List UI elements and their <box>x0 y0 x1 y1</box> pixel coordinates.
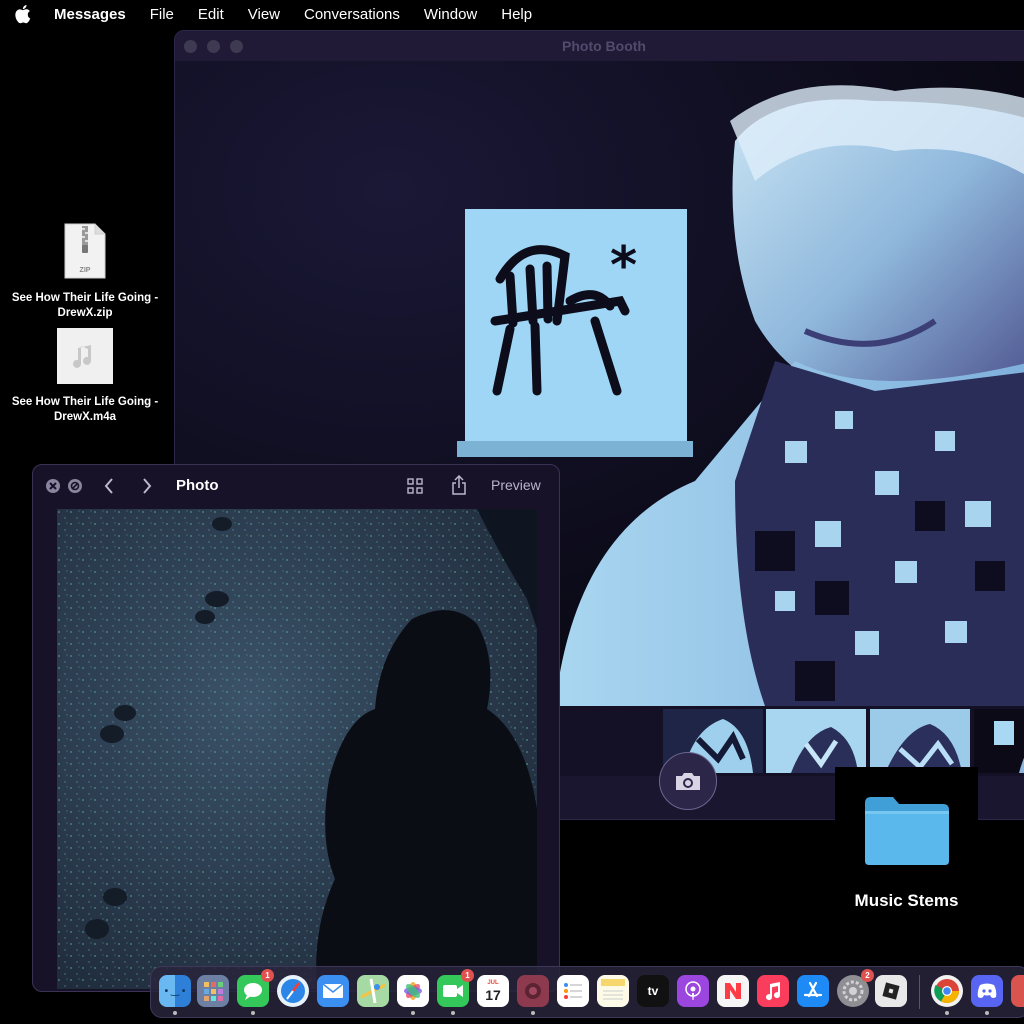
preview-app-label[interactable]: Preview <box>491 477 541 493</box>
desktop-file-m4a[interactable]: See How Their Life Going - DrewX.m4a <box>0 328 170 425</box>
news-icon[interactable] <box>717 975 749 1007</box>
camera-icon <box>676 773 700 790</box>
app-store-icon[interactable] <box>797 975 829 1007</box>
shadow-photo <box>57 509 537 989</box>
close-icon[interactable] <box>45 478 61 494</box>
file-name-line2: DrewX.m4a <box>53 411 116 423</box>
take-photo-button[interactable] <box>659 752 717 810</box>
chevron-right-icon[interactable] <box>141 477 153 495</box>
photo-image <box>57 509 537 989</box>
finder-icon[interactable]: • ‿ • <box>159 975 191 1015</box>
preview-title: Photo <box>176 477 219 494</box>
calendar-month: JUL <box>487 980 499 986</box>
hide-icon[interactable] <box>67 478 83 494</box>
audio-file-icon <box>57 328 113 384</box>
desktop-screen: Messages File Edit View Conversations Wi… <box>0 0 1024 1024</box>
facetime-badge: 1 <box>461 969 474 982</box>
calendar-icon[interactable]: JUL 17 <box>477 975 509 1007</box>
photo-booth-icon[interactable] <box>517 975 549 1015</box>
photo-thumbnail[interactable] <box>974 709 1024 773</box>
roblox-icon[interactable] <box>875 975 907 1007</box>
file-name-line2: DrewX.zip <box>57 307 113 319</box>
menu-file[interactable]: File <box>150 6 174 23</box>
dock: • ‿ • 1 1 JUL 17 tv 2 <box>150 966 1024 1018</box>
menu-app-name[interactable]: Messages <box>54 6 126 23</box>
dock-separator <box>919 975 920 1009</box>
svg-text:*: * <box>610 236 637 296</box>
reminders-icon[interactable] <box>557 975 589 1007</box>
maps-icon[interactable] <box>357 975 389 1007</box>
desktop-file-zip[interactable]: ZIP See How Their Life Going - DrewX.zip <box>0 222 170 321</box>
photos-icon[interactable] <box>397 975 429 1015</box>
chevron-left-icon[interactable] <box>103 477 115 495</box>
apple-tv-icon[interactable]: tv <box>637 975 669 1007</box>
menu-view[interactable]: View <box>248 6 280 23</box>
settings-badge: 2 <box>861 969 874 982</box>
folder-icon <box>865 797 949 865</box>
messages-icon[interactable]: 1 <box>237 969 274 1015</box>
zip-badge: ZIP <box>80 267 91 274</box>
app-icon[interactable] <box>1011 975 1024 1007</box>
safari-icon[interactable] <box>277 975 309 1007</box>
facetime-icon[interactable]: 1 <box>437 969 474 1015</box>
menu-window[interactable]: Window <box>424 6 477 23</box>
menu-edit[interactable]: Edit <box>198 6 224 23</box>
file-name-line1: See How Their Life Going - <box>11 292 159 304</box>
file-name-line1: See How Their Life Going - <box>11 396 159 408</box>
chrome-icon[interactable] <box>931 975 963 1015</box>
preview-window: Photo Preview <box>32 464 560 992</box>
photo-booth-title: Photo Booth <box>562 38 646 54</box>
desktop-folder-music-stems[interactable]: Music Stems <box>835 767 978 917</box>
menu-bar: Messages File Edit View Conversations Wi… <box>0 0 1024 28</box>
discord-icon[interactable] <box>971 975 1003 1015</box>
photo-thumbnail[interactable] <box>870 709 970 773</box>
preview-toolbar: Photo Preview <box>33 465 559 507</box>
notes-icon[interactable] <box>597 975 629 1007</box>
menu-help[interactable]: Help <box>501 6 532 23</box>
tv-label: tv <box>647 984 659 998</box>
menu-conversations[interactable]: Conversations <box>304 6 400 23</box>
share-icon[interactable] <box>451 475 467 495</box>
music-icon[interactable] <box>757 975 789 1007</box>
launchpad-icon[interactable] <box>197 975 229 1007</box>
mail-icon[interactable] <box>317 975 349 1007</box>
folder-label: Music Stems <box>854 891 959 910</box>
apple-logo-icon[interactable] <box>14 4 32 24</box>
photo-thumbnail[interactable] <box>766 709 866 773</box>
photo-booth-titlebar: Photo Booth <box>175 31 1024 61</box>
system-settings-icon[interactable]: 2 <box>837 969 874 1007</box>
messages-badge: 1 <box>261 969 274 982</box>
calendar-day: 17 <box>485 987 501 1003</box>
grid-view-icon[interactable] <box>407 478 423 494</box>
podcasts-icon[interactable] <box>677 975 709 1007</box>
zip-file-icon: ZIP <box>64 223 106 279</box>
